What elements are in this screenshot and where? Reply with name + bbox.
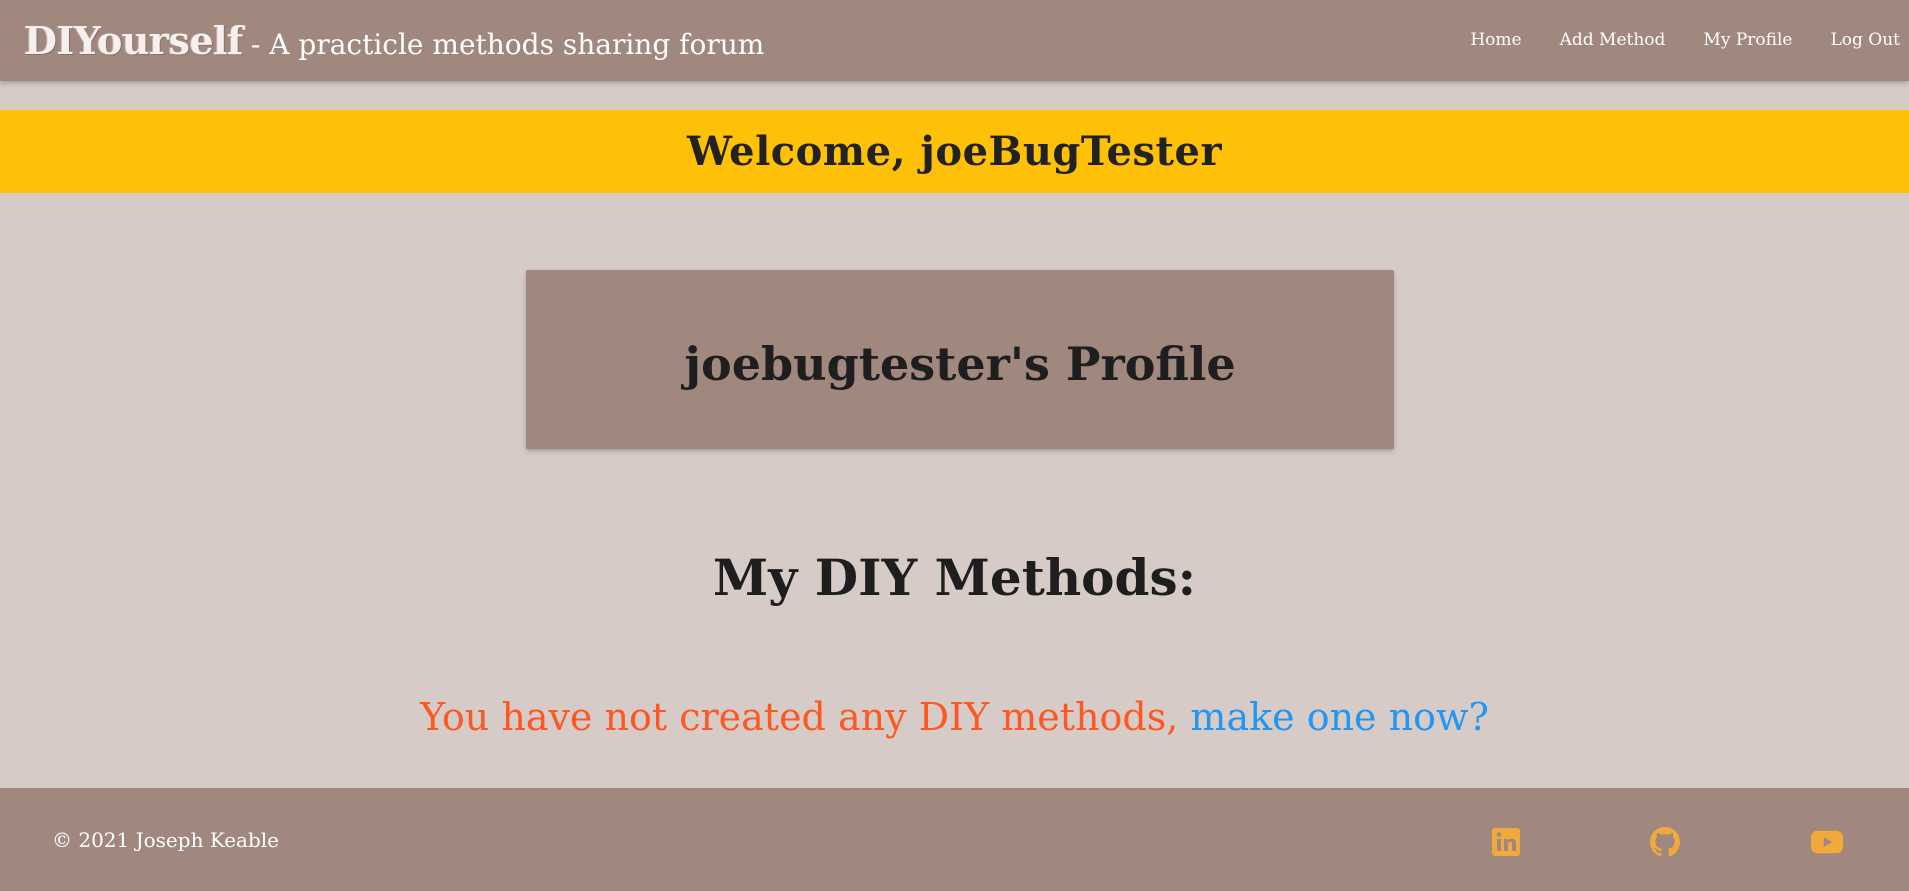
nav-links: Home Add Method My Profile Log Out	[1451, 0, 1909, 81]
brand[interactable]: DIYourself - A practicle methods sharing…	[0, 18, 764, 63]
footer: © 2021 Joseph Keable	[0, 788, 1909, 891]
profile-title: joebugtester's Profile	[684, 336, 1236, 391]
nav-link-log-out[interactable]: Log Out	[1811, 2, 1909, 79]
brand-tagline: - A practicle methods sharing forum	[250, 28, 765, 61]
linkedin-icon[interactable]	[1490, 826, 1522, 858]
nav-link-home[interactable]: Home	[1451, 2, 1540, 79]
welcome-banner: Welcome, joeBugTester	[0, 110, 1909, 193]
youtube-icon[interactable]	[1811, 826, 1843, 858]
make-one-now-link[interactable]: make one now?	[1190, 695, 1488, 739]
github-icon[interactable]	[1649, 826, 1681, 858]
navbar: DIYourself - A practicle methods sharing…	[0, 0, 1909, 81]
copyright-text: © 2021 Joseph Keable	[52, 827, 280, 852]
empty-methods-text: You have not created any DIY methods,	[420, 695, 1191, 739]
nav-link-my-profile[interactable]: My Profile	[1684, 2, 1811, 79]
profile-card: joebugtester's Profile	[526, 270, 1394, 449]
empty-methods-message: You have not created any DIY methods, ma…	[0, 695, 1909, 739]
brand-logo[interactable]: DIYourself	[24, 18, 243, 63]
nav-link-add-method[interactable]: Add Method	[1541, 2, 1685, 79]
welcome-text: Welcome, joeBugTester	[686, 128, 1223, 175]
methods-heading: My DIY Methods:	[712, 548, 1197, 607]
